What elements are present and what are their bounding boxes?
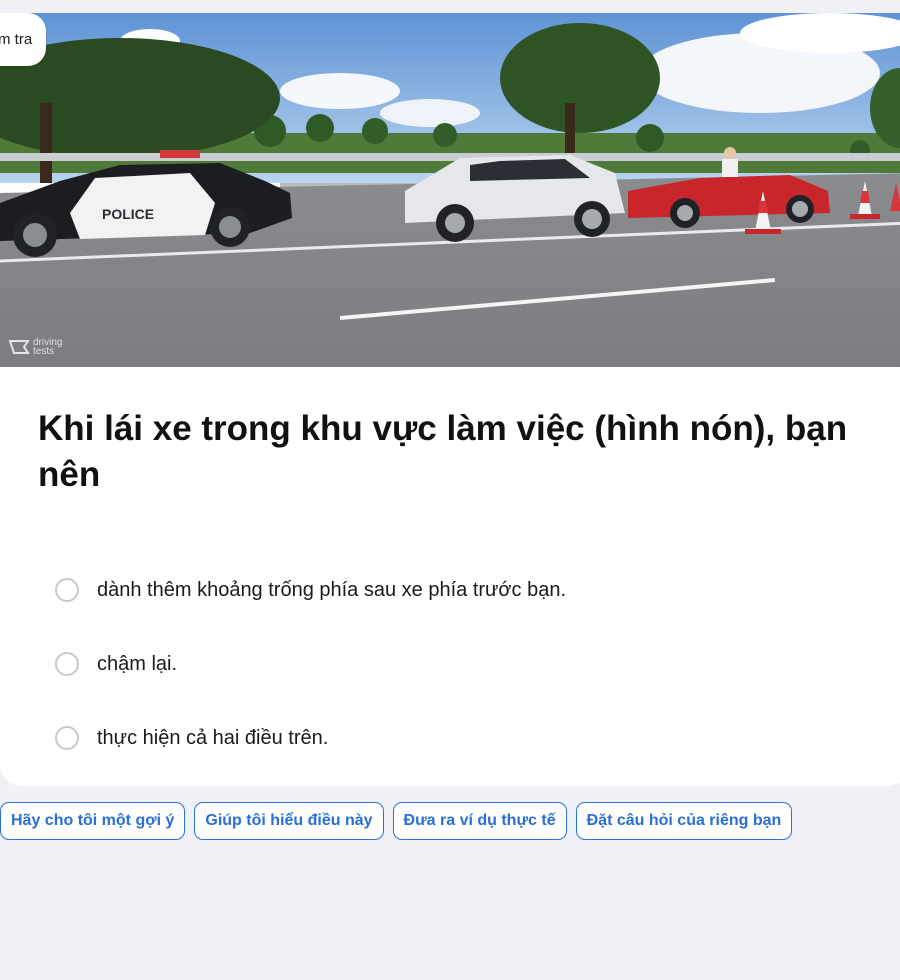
ask-own-question-button[interactable]: Đặt câu hỏi của riêng bạn (575, 802, 793, 840)
question-card: POLICE m tra driving tests Khi lái xe tr… (0, 13, 900, 786)
explain-button[interactable]: Giúp tôi hiểu điều này (194, 802, 384, 840)
question-text: Khi lái xe trong khu vực làm việc (hình … (38, 409, 848, 494)
check-badge-label: m tra (0, 31, 33, 48)
check-badge[interactable]: m tra (0, 13, 47, 66)
police-text: POLICE (102, 206, 154, 222)
answer-option-1[interactable]: dành thêm khoảng trống phía sau xe phía … (55, 553, 566, 627)
driving-scene-image: POLICE (0, 13, 900, 367)
hint-button[interactable]: Hãy cho tôi một gợi ý (0, 802, 186, 840)
driving-tests-logo-icon (8, 340, 30, 354)
real-example-button[interactable]: Đưa ra ví dụ thực tế (392, 802, 567, 840)
answer-option-3[interactable]: thực hiện cả hai điều trên. (55, 701, 566, 775)
help-chips: Hãy cho tôi một gợi ý Giúp tôi hiểu điều… (0, 802, 793, 840)
radio-button-icon[interactable] (55, 578, 79, 602)
answer-option-label: thực hiện cả hai điều trên. (97, 726, 329, 749)
answer-option-label: dành thêm khoảng trống phía sau xe phía … (97, 578, 567, 601)
answer-options: dành thêm khoảng trống phía sau xe phía … (55, 553, 566, 775)
answer-option-label: chậm lại. (97, 652, 178, 675)
watermark-text: driving tests (33, 337, 63, 357)
driving-tests-watermark: driving tests (8, 337, 67, 357)
radio-button-icon[interactable] (55, 726, 79, 750)
answer-option-2[interactable]: chậm lại. (55, 627, 566, 701)
radio-button-icon[interactable] (55, 652, 79, 676)
